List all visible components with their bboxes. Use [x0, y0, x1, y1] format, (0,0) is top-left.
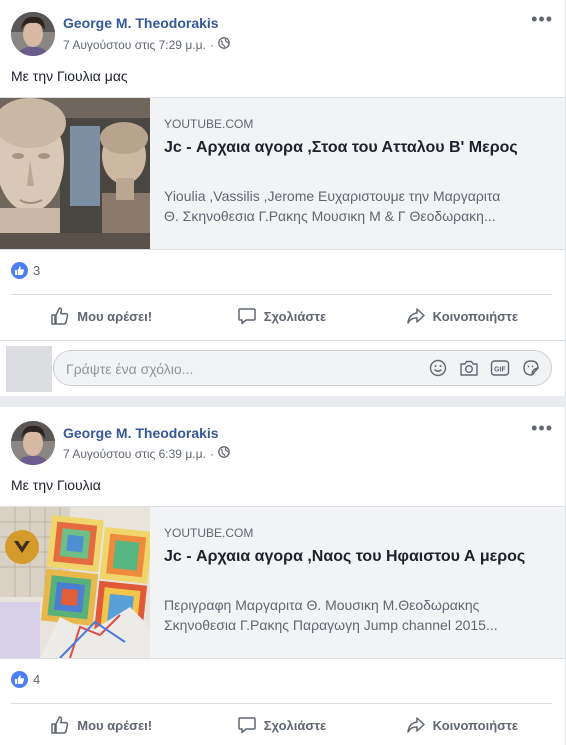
comment-icon — [238, 717, 256, 734]
post-actions: Μου αρέσει! Σχολιάστε Κοινοποιήστε — [11, 299, 552, 333]
share-icon — [406, 717, 425, 733]
like-button[interactable]: Μου αρέσει! — [11, 299, 191, 333]
reaction-summary[interactable]: 3 — [11, 262, 40, 279]
post-timestamp[interactable]: 7 Αυγούστου στις 7:29 μ.μ. — [63, 38, 206, 52]
post-author[interactable]: George M. Theodorakis — [63, 425, 219, 441]
link-source: YOUTUBE.COM — [164, 117, 254, 131]
share-button[interactable]: Κοινοποιήστε — [372, 708, 552, 742]
divider — [11, 294, 552, 295]
comment-button[interactable]: Σχολιάστε — [191, 708, 371, 742]
comment-placeholder: Γράψτε ένα σχόλιο... — [66, 361, 194, 377]
link-title[interactable]: Jc - Αρχαια αγορα ,Ναος του Ηφαιστου Α μ… — [164, 546, 544, 568]
like-reaction-icon — [11, 262, 28, 279]
gif-icon[interactable]: GIF — [490, 358, 510, 378]
share-button[interactable]: Κοινοποιήστε — [372, 299, 552, 333]
post-meta: 7 Αυγούστου στις 7:29 μ.μ. · — [63, 37, 230, 52]
share-icon — [406, 308, 425, 324]
comment-button[interactable]: Σχολιάστε — [191, 299, 371, 333]
reaction-summary[interactable]: 4 — [11, 671, 40, 688]
thumbs-up-icon — [51, 307, 69, 325]
link-thumbnail[interactable] — [0, 507, 150, 658]
comment-composer: Γράψτε ένα σχόλιο... GIF — [0, 340, 565, 396]
comment-tools: GIF — [428, 358, 541, 378]
reaction-count: 3 — [33, 263, 41, 278]
link-description: Περιγραφη Μαργαριτα Θ. Μουσικη Μ.Θεοδωρα… — [164, 597, 498, 633]
post-author[interactable]: George M. Theodorakis — [63, 15, 219, 31]
comment-input[interactable]: Γράψτε ένα σχόλιο... GIF — [53, 350, 552, 386]
link-title[interactable]: Jc - Αρχαια αγορα ,Στοα του Ατταλου Β' Μ… — [164, 137, 544, 159]
avatar[interactable] — [11, 421, 55, 465]
thumbs-up-icon — [51, 716, 69, 734]
comment-icon — [238, 308, 256, 325]
post-meta: 7 Αυγούστου στις 6:39 μ.μ. · — [63, 446, 230, 461]
like-reaction-icon — [11, 671, 28, 688]
reaction-count: 4 — [33, 672, 41, 687]
post-actions: Μου αρέσει! Σχολιάστε Κοινοποιήστε — [11, 708, 552, 742]
camera-icon[interactable] — [459, 358, 479, 378]
link-thumbnail[interactable] — [0, 98, 150, 249]
link-preview[interactable]: YOUTUBE.COM Jc - Αρχαια αγορα ,Ναος του … — [0, 506, 565, 659]
feed-post: George M. Theodorakis 7 Αυγούστου στις 7… — [0, 0, 566, 396]
divider — [11, 703, 552, 704]
link-source: YOUTUBE.COM — [164, 526, 254, 540]
post-timestamp[interactable]: 7 Αυγούστου στις 6:39 μ.μ. — [63, 447, 206, 461]
feed-post: George M. Theodorakis 7 Αυγούστου στις 6… — [0, 407, 566, 745]
post-text: Με την Γιουλια — [11, 477, 101, 493]
sticker-icon[interactable] — [521, 358, 541, 378]
like-button[interactable]: Μου αρέσει! — [11, 708, 191, 742]
more-options-icon[interactable]: ••• — [531, 10, 553, 28]
link-preview[interactable]: YOUTUBE.COM Jc - Αρχαια αγορα ,Στοα του … — [0, 97, 565, 250]
globe-icon[interactable] — [217, 446, 230, 461]
more-options-icon[interactable]: ••• — [531, 419, 553, 437]
emoji-icon[interactable] — [428, 358, 448, 378]
post-text: Με την Γιουλια μας — [11, 68, 128, 84]
svg-text:GIF: GIF — [494, 367, 506, 374]
link-description: Yioulia ,Vassilis ,Jerome Ευχαριστουμε τ… — [164, 188, 501, 224]
avatar[interactable] — [11, 12, 55, 56]
avatar — [6, 346, 52, 392]
globe-icon[interactable] — [217, 37, 230, 52]
